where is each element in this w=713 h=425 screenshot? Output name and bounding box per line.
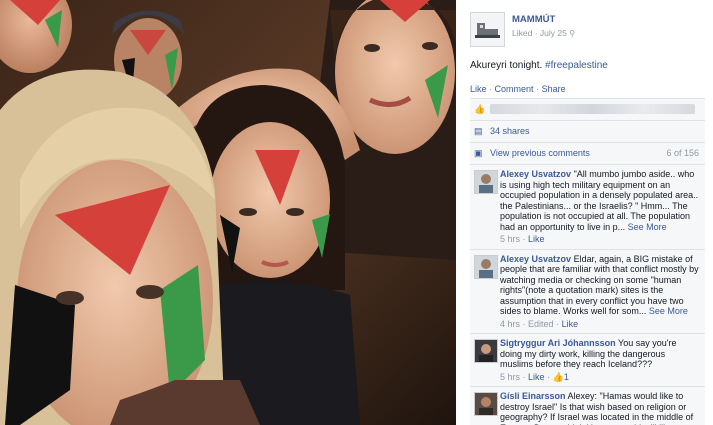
comment-item: Sigtryggur Ari Jóhannsson You say you're… bbox=[470, 333, 705, 386]
like-count[interactable]: 1 bbox=[564, 372, 569, 382]
photo-image bbox=[0, 0, 456, 425]
comment-author[interactable]: Alexey Usvatzov bbox=[500, 169, 571, 179]
thumbs-up-icon: 👍 bbox=[474, 104, 486, 114]
comment-time[interactable]: 5 hrs bbox=[500, 234, 520, 244]
comment-item: Gísli Einarsson Alexey: "Hamas would lik… bbox=[470, 386, 705, 425]
caption-text: Akureyri tonight. bbox=[470, 60, 546, 71]
meta-separator: · bbox=[556, 318, 560, 329]
commenter-avatar[interactable] bbox=[474, 170, 498, 194]
comment-link[interactable]: Comment bbox=[495, 84, 534, 94]
comment-time[interactable]: 4 hrs bbox=[500, 319, 520, 329]
avatar-image bbox=[475, 340, 497, 362]
page-avatar-icon bbox=[471, 13, 504, 46]
share-icon: ▤ bbox=[474, 126, 483, 136]
avatar-image bbox=[475, 393, 497, 415]
liked-status: Liked bbox=[512, 28, 533, 38]
like-link[interactable]: Like bbox=[470, 84, 487, 94]
meta-separator: · bbox=[522, 318, 526, 329]
share-link[interactable]: Share bbox=[542, 84, 566, 94]
comment-item: Alexey Usvatzov Eldar, again, a BIG mist… bbox=[470, 248, 705, 333]
comment-like-link[interactable]: Like bbox=[528, 234, 545, 244]
action-separator: · bbox=[536, 84, 540, 94]
post-actions: Like · Comment · Share bbox=[470, 84, 566, 94]
meta-separator: · bbox=[547, 371, 551, 382]
comment-item: Alexey Usvatzov "All mumbo jumbo aside..… bbox=[470, 164, 705, 249]
comments-icon: ▣ bbox=[474, 148, 483, 158]
avatar-image bbox=[475, 255, 497, 278]
see-more-link[interactable]: See More bbox=[628, 222, 667, 232]
like-count-icon[interactable]: 👍 bbox=[553, 372, 564, 382]
post-caption: Akureyri tonight. #freepalestine bbox=[470, 60, 608, 71]
comment-author[interactable]: Sigtryggur Ari Jóhannsson bbox=[500, 338, 616, 348]
comment-meta: 5 hrs · Like bbox=[500, 234, 699, 245]
shares-link[interactable]: 34 shares bbox=[490, 126, 530, 136]
commenter-avatar[interactable] bbox=[474, 392, 498, 416]
post-date[interactable]: July 25 bbox=[540, 28, 567, 38]
comment-like-link[interactable]: Like bbox=[528, 372, 545, 382]
globe-icon: ⚲ bbox=[569, 29, 576, 38]
ufi-box: 👍 ▤ 34 shares ▣ View previous comments 6… bbox=[470, 98, 705, 425]
comment-meta: 4 hrs · Edited · Like bbox=[500, 319, 699, 330]
avatar-image bbox=[475, 171, 497, 193]
comment-count: 6 of 156 bbox=[666, 148, 699, 158]
comment-like-link[interactable]: Like bbox=[562, 319, 579, 329]
see-more-link[interactable]: See More bbox=[649, 306, 688, 316]
hashtag-link[interactable]: #freepalestine bbox=[545, 60, 608, 71]
action-separator: · bbox=[489, 84, 493, 94]
blurred-likers bbox=[490, 104, 695, 114]
page-name-link[interactable]: MAMMÚT bbox=[512, 14, 555, 25]
post-side-panel: MAMMÚT Liked · July 25 ⚲ Akureyri tonigh… bbox=[456, 0, 713, 425]
likes-row: 👍 bbox=[470, 98, 705, 120]
post-meta: Liked · July 25 ⚲ bbox=[512, 28, 575, 38]
view-previous-row: ▣ View previous comments 6 of 156 bbox=[470, 142, 705, 164]
meta-separator: · bbox=[522, 371, 526, 382]
meta-separator: · bbox=[522, 234, 526, 244]
meta-separator: · bbox=[534, 28, 538, 38]
post-header: MAMMÚT Liked · July 25 ⚲ bbox=[470, 12, 705, 52]
page-avatar[interactable] bbox=[470, 12, 505, 47]
commenter-avatar[interactable] bbox=[474, 339, 498, 363]
comment-time[interactable]: 5 hrs bbox=[500, 372, 520, 382]
view-previous-comments-link[interactable]: View previous comments bbox=[490, 148, 590, 158]
comment-author[interactable]: Alexey Usvatzov bbox=[500, 254, 571, 264]
edited-label[interactable]: Edited bbox=[528, 319, 554, 329]
comment-author[interactable]: Gísli Einarsson bbox=[500, 391, 566, 401]
comment-meta: 5 hrs · Like · 👍1 bbox=[500, 372, 699, 383]
post-photo[interactable] bbox=[0, 0, 456, 425]
shares-row[interactable]: ▤ 34 shares bbox=[470, 120, 705, 142]
commenter-avatar[interactable] bbox=[474, 254, 498, 279]
